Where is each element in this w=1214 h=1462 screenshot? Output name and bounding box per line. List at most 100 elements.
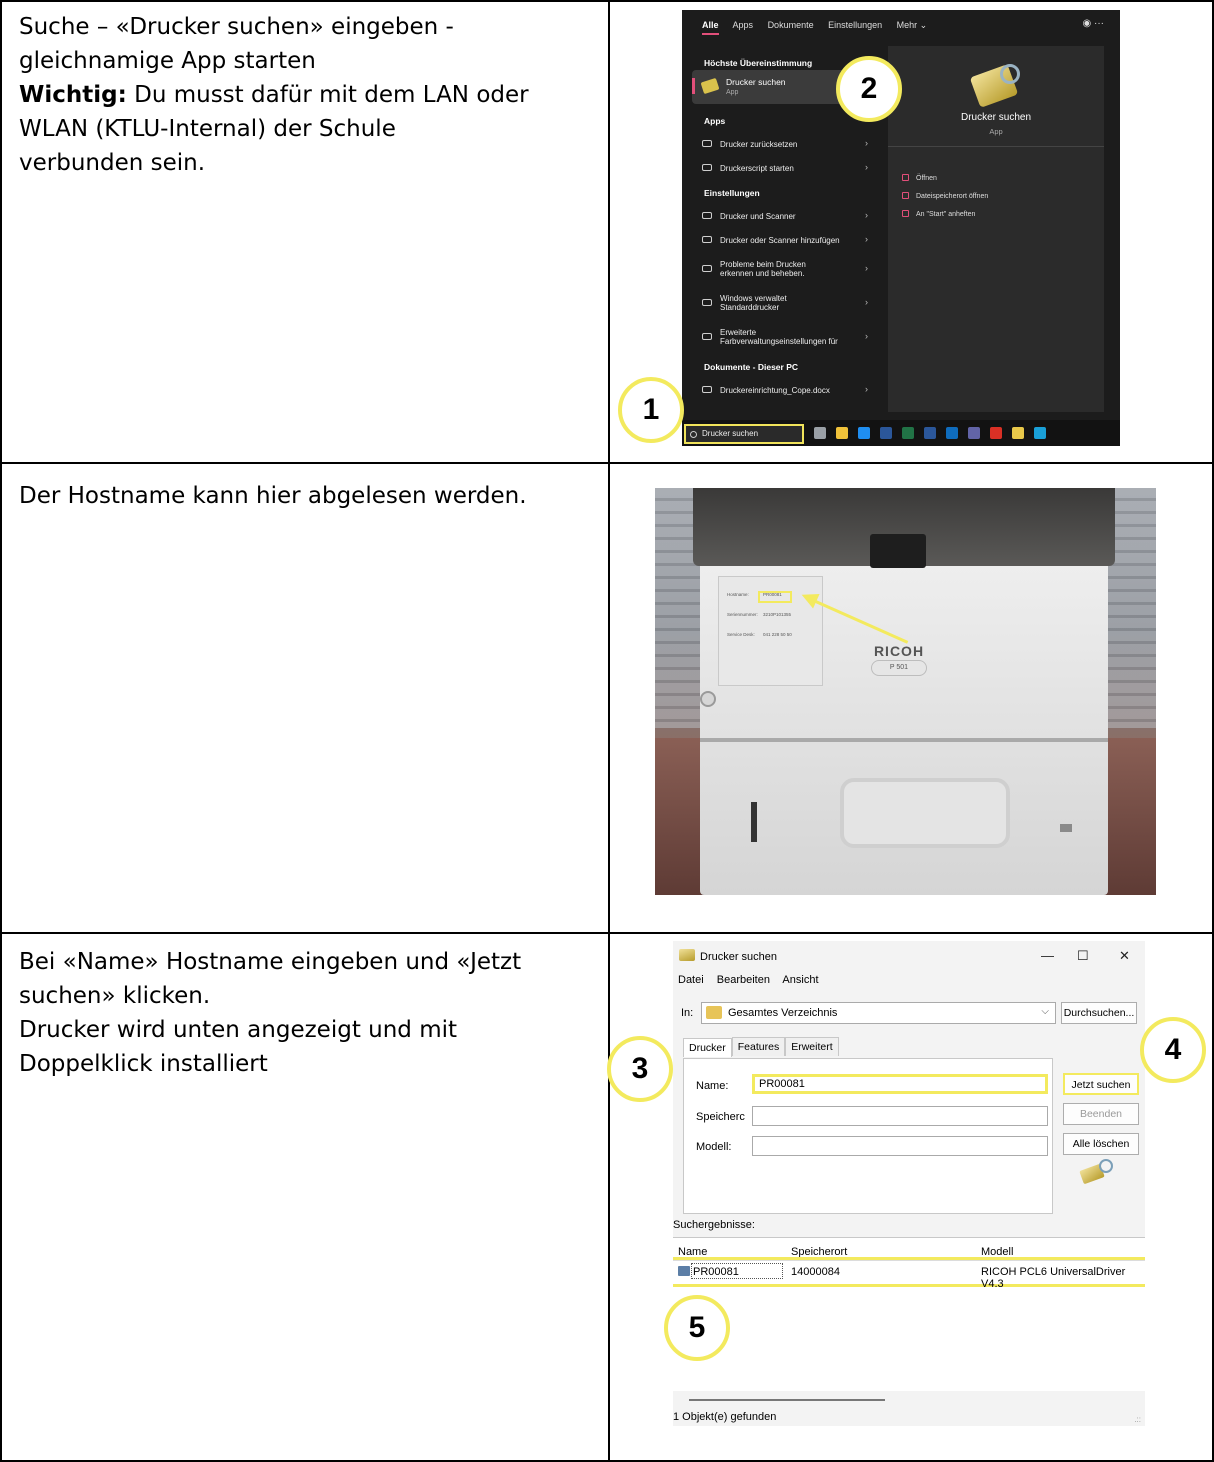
windows-search-screenshot: Alle Apps Dokumente Einstellungen Mehr ⌄… bbox=[682, 10, 1120, 446]
list-item[interactable]: Drucker und Scanner › bbox=[694, 204, 886, 228]
status-text: 1 Objekt(e) gefunden bbox=[673, 1411, 777, 1423]
scope-select[interactable]: Gesamtes Verzeichnis ⌵ bbox=[701, 1002, 1056, 1024]
action-open-location[interactable]: Dateispeicherort öffnen bbox=[902, 192, 988, 200]
chevron-right-icon: › bbox=[865, 384, 868, 394]
tab-features[interactable]: Features bbox=[731, 1037, 786, 1056]
taskbar-app-icon[interactable] bbox=[902, 427, 914, 439]
tab-mehr[interactable]: Mehr ⌄ bbox=[897, 20, 928, 30]
taskbar-app-icon[interactable] bbox=[946, 427, 958, 439]
menu-datei[interactable]: Datei bbox=[678, 974, 704, 986]
tab-alle[interactable]: Alle bbox=[702, 20, 719, 35]
account-area[interactable]: ◉ ··· bbox=[1082, 18, 1104, 29]
menu-bearbeiten[interactable]: Bearbeiten bbox=[717, 974, 770, 986]
best-match-subtitle: App bbox=[726, 89, 739, 96]
name-input[interactable]: PR00081 bbox=[752, 1074, 1048, 1094]
printer-icon bbox=[702, 164, 712, 171]
hostname-highlight bbox=[758, 591, 792, 603]
taskbar-search-input[interactable]: Drucker suchen bbox=[684, 424, 804, 444]
taskbar-app-icon[interactable] bbox=[990, 427, 1002, 439]
printer-icon bbox=[678, 1266, 690, 1276]
folder-icon bbox=[706, 1006, 722, 1019]
tab-drucker[interactable]: Drucker bbox=[683, 1038, 732, 1057]
table-border-top bbox=[0, 0, 1214, 2]
tray-indicator bbox=[1060, 824, 1072, 832]
printer-icon bbox=[702, 299, 712, 306]
scope-label: In: bbox=[681, 1007, 694, 1019]
list-item[interactable]: Erweiterte Farbverwaltungseinstellungen … bbox=[694, 320, 886, 354]
important-text: Du musst dafür mit dem LAN oder bbox=[126, 82, 529, 108]
sticker-value-service: 041 228 50 50 bbox=[763, 632, 792, 637]
chevron-right-icon: › bbox=[865, 297, 868, 307]
row1-line2: gleichnamige App starten bbox=[19, 48, 316, 74]
taskbar-app-icon[interactable] bbox=[836, 427, 848, 439]
find-printers-dialog: Drucker suchen — ☐ ✕ Datei Bearbeiten An… bbox=[673, 941, 1145, 1426]
sticker-value-serial: 3210P101355 bbox=[763, 612, 792, 617]
printer-lid-handle bbox=[870, 534, 926, 568]
list-item[interactable]: Druckereinrichtung_Cope.docx › bbox=[694, 378, 886, 402]
row1-line4: WLAN (KTLU-Internal) der Schule bbox=[19, 116, 396, 142]
important-label: Wichtig: bbox=[19, 82, 127, 108]
maximize-icon[interactable]: ☐ bbox=[1077, 948, 1089, 964]
tab-apps[interactable]: Apps bbox=[733, 20, 754, 30]
taskbar-app-icon[interactable] bbox=[968, 427, 980, 439]
taskbar-app-icon[interactable] bbox=[924, 427, 936, 439]
taskbar-app-icon[interactable] bbox=[1012, 427, 1024, 439]
search-now-button[interactable]: Jetzt suchen bbox=[1063, 1073, 1139, 1095]
model-badge: P 501 bbox=[871, 660, 927, 676]
action-pin-start[interactable]: An "Start" anheften bbox=[902, 210, 975, 218]
printer-search-icon bbox=[679, 949, 695, 961]
list-item[interactable]: Druckerscript starten › bbox=[694, 156, 886, 180]
resize-grip-icon[interactable]: .:: bbox=[1134, 1415, 1141, 1424]
list-item[interactable]: Drucker zurücksetzen › bbox=[694, 132, 886, 156]
tab-erweitert[interactable]: Erweitert bbox=[785, 1037, 839, 1056]
row3-line2: suchen» klicken. bbox=[19, 983, 211, 1009]
best-match-title: Drucker suchen bbox=[726, 77, 786, 87]
row3-line3: Drucker wird unten angezeigt und mit bbox=[19, 1017, 458, 1043]
model-input[interactable] bbox=[752, 1136, 1048, 1156]
preview-subtitle: App bbox=[989, 127, 1003, 136]
location-label: Speicherc bbox=[696, 1111, 745, 1123]
search-icon bbox=[690, 431, 697, 438]
row1-line1: Suche – «Drucker suchen» eingeben - bbox=[19, 14, 454, 40]
taskbar-app-icon[interactable] bbox=[814, 427, 826, 439]
row1-line3: Wichtig: Du musst dafür mit dem LAN oder bbox=[19, 78, 599, 112]
printer-icon bbox=[702, 140, 712, 147]
magnifier-icon bbox=[1000, 64, 1020, 84]
printer-photo: Hostname: PR00081 Seriennummer: 3210P101… bbox=[655, 488, 1156, 895]
tab-einstellungen[interactable]: Einstellungen bbox=[828, 20, 882, 30]
monitor-icon bbox=[702, 333, 712, 340]
results-groups: Apps Drucker zurücksetzen › Druckerscript… bbox=[694, 108, 886, 402]
row2-line1: Der Hostname kann hier abgelesen werden. bbox=[19, 483, 527, 509]
dialog-tabs: Drucker Features Erweitert bbox=[683, 1037, 839, 1057]
table-border-left bbox=[0, 0, 2, 1462]
taskbar-app-icon[interactable] bbox=[858, 427, 870, 439]
search-filter-tabs: Alle Apps Dokumente Einstellungen Mehr ⌄ bbox=[702, 20, 939, 35]
table-border-middle bbox=[608, 0, 610, 1462]
table-row-separator-2 bbox=[0, 932, 1214, 934]
table-row-separator-1 bbox=[0, 462, 1214, 464]
taskbar-app-icon[interactable] bbox=[880, 427, 892, 439]
row1-instructions: Suche – «Drucker suchen» eingeben - glei… bbox=[19, 10, 599, 180]
clear-all-button[interactable]: Alle löschen bbox=[1063, 1133, 1139, 1155]
list-item[interactable]: Probleme beim Drucken erkennen und beheb… bbox=[694, 252, 886, 286]
horizontal-scrollbar[interactable] bbox=[689, 1399, 885, 1401]
action-open[interactable]: Öffnen bbox=[902, 174, 937, 182]
browse-button[interactable]: Durchsuchen... bbox=[1061, 1002, 1137, 1024]
location-input[interactable] bbox=[752, 1106, 1048, 1126]
minimize-icon[interactable]: — bbox=[1041, 948, 1054, 963]
list-item[interactable]: Windows verwaltet Standarddrucker › bbox=[694, 286, 886, 320]
result-name: PR00081 bbox=[693, 1266, 739, 1278]
dialog-titlebar: Drucker suchen — ☐ ✕ bbox=[673, 941, 1145, 971]
step-badge-1: 1 bbox=[618, 377, 684, 443]
tab-dokumente[interactable]: Dokumente bbox=[768, 20, 814, 30]
stop-button[interactable]: Beenden bbox=[1063, 1103, 1139, 1125]
preview-pane: Drucker suchen App Öffnen Dateispeichero… bbox=[888, 46, 1104, 412]
more-options-icon: ··· bbox=[1094, 18, 1104, 29]
close-icon[interactable]: ✕ bbox=[1119, 948, 1130, 964]
settings-heading: Einstellungen bbox=[704, 188, 760, 198]
taskbar-app-icon[interactable] bbox=[1034, 427, 1046, 439]
taskbar: Drucker suchen bbox=[682, 420, 1120, 446]
list-item[interactable]: Drucker oder Scanner hinzufügen › bbox=[694, 228, 886, 252]
sticker-label-service: Service Desk: bbox=[727, 632, 755, 637]
menu-ansicht[interactable]: Ansicht bbox=[782, 974, 818, 986]
